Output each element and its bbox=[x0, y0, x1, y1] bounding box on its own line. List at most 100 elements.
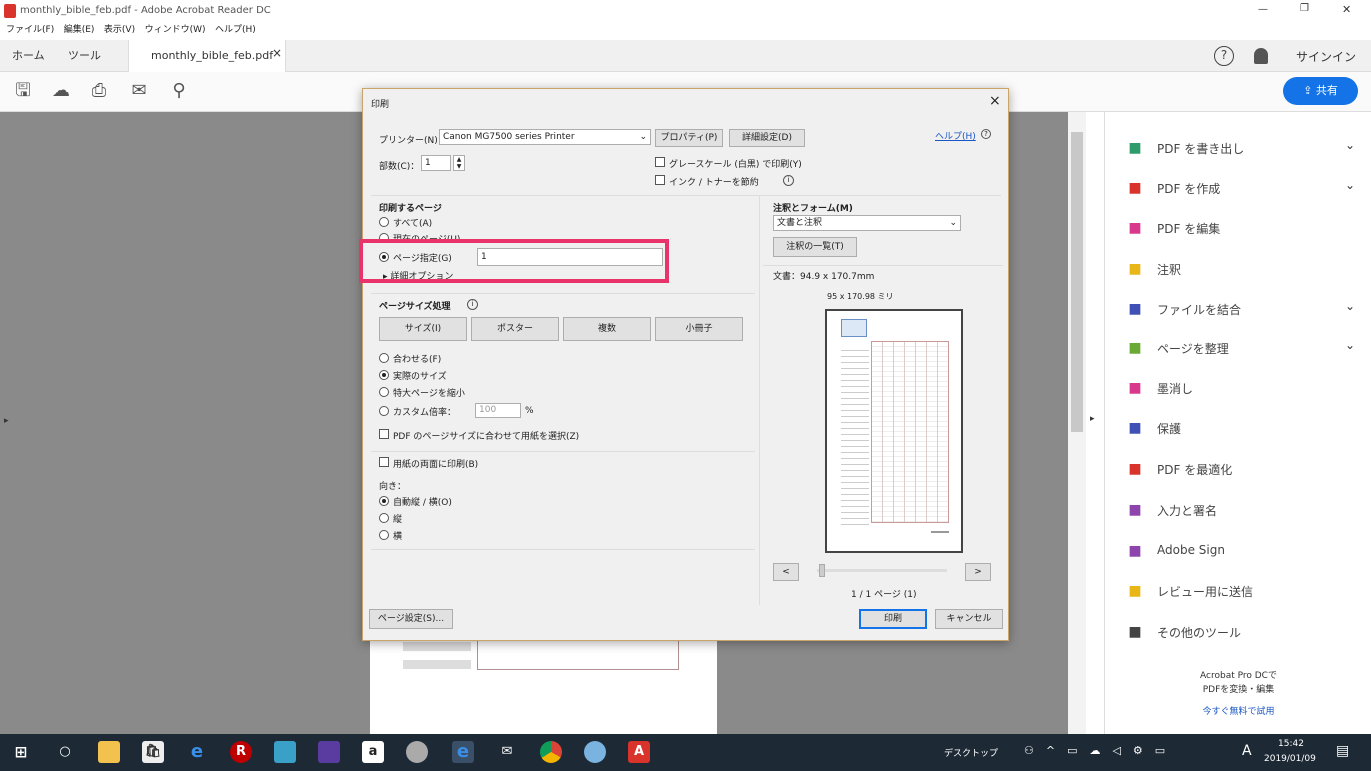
app-icon[interactable] bbox=[274, 741, 296, 763]
fit-radio[interactable] bbox=[379, 353, 389, 363]
tab-document[interactable]: monthly_bible_feb.pdf × bbox=[128, 40, 286, 72]
all-pages-radio[interactable] bbox=[379, 217, 389, 227]
orient-auto-radio[interactable] bbox=[379, 496, 389, 506]
duplex-checkbox[interactable] bbox=[379, 457, 389, 467]
chevron-down-icon[interactable]: ⌄ bbox=[1345, 138, 1355, 152]
choose-paper-checkbox[interactable] bbox=[379, 429, 389, 439]
chrome-icon[interactable] bbox=[540, 741, 562, 763]
chevron-down-icon[interactable]: ⌄ bbox=[1345, 178, 1355, 192]
acrobat-taskbar-icon[interactable]: A bbox=[628, 741, 650, 763]
tab-home[interactable]: ホーム bbox=[12, 40, 45, 72]
edge-icon[interactable]: e bbox=[186, 741, 208, 763]
minimize-button[interactable]: — bbox=[1258, 4, 1268, 15]
tool-item-3[interactable]: ■ 注釈 bbox=[1125, 257, 1355, 281]
bell-icon[interactable] bbox=[1254, 48, 1268, 64]
clock-app-icon[interactable] bbox=[406, 741, 428, 763]
desktop-label[interactable]: デスクトップ bbox=[944, 746, 998, 759]
multiple-button[interactable]: 複数 bbox=[563, 317, 651, 341]
page-setup-button[interactable]: ページ設定(S)... bbox=[369, 609, 453, 629]
tool-item-4[interactable]: ■ ファイルを結合 ⌄ bbox=[1125, 297, 1355, 321]
actual-size-radio[interactable] bbox=[379, 370, 389, 380]
next-page-button[interactable]: > bbox=[965, 563, 991, 581]
notification-icon[interactable]: ▤ bbox=[1336, 743, 1349, 759]
save-ink-checkbox[interactable] bbox=[655, 175, 665, 185]
help-icon[interactable]: ? bbox=[1214, 46, 1234, 66]
help-icon[interactable]: ? bbox=[981, 129, 991, 139]
amazon-icon[interactable]: a bbox=[362, 741, 384, 763]
tab-tools[interactable]: ツール bbox=[68, 40, 101, 72]
tab-close-icon[interactable]: × bbox=[272, 46, 282, 60]
tool-item-12[interactable]: ■ その他のツール bbox=[1125, 620, 1355, 644]
grayscale-checkbox[interactable] bbox=[655, 157, 665, 167]
tool-item-8[interactable]: ■ PDF を最適化 bbox=[1125, 457, 1355, 481]
slider-thumb[interactable] bbox=[819, 564, 825, 577]
custom-scale-radio[interactable] bbox=[379, 406, 389, 416]
zoom-icon[interactable]: ⚲ bbox=[168, 80, 190, 102]
app2-icon[interactable] bbox=[318, 741, 340, 763]
tool-item-5[interactable]: ■ ページを整理 ⌄ bbox=[1125, 336, 1355, 360]
poster-button[interactable]: ポスター bbox=[471, 317, 559, 341]
booklet-button[interactable]: 小冊子 bbox=[655, 317, 743, 341]
menu-view[interactable]: 表示(V) bbox=[104, 22, 135, 35]
restore-button[interactable]: ❐ bbox=[1300, 3, 1309, 14]
globe-app-icon[interactable] bbox=[584, 741, 606, 763]
print-button[interactable]: 印刷 bbox=[859, 609, 927, 629]
menu-edit[interactable]: 編集(E) bbox=[64, 22, 95, 35]
advanced-button[interactable]: 詳細設定(D) bbox=[729, 129, 805, 147]
printer-select[interactable]: Canon MG7500 series Printer ⌄ bbox=[439, 129, 651, 145]
menu-window[interactable]: ウィンドウ(W) bbox=[145, 22, 206, 35]
chevron-down-icon[interactable]: ⌄ bbox=[1345, 338, 1355, 352]
dialog-close-icon[interactable]: × bbox=[989, 93, 1001, 109]
close-window-button[interactable]: ✕ bbox=[1342, 3, 1351, 16]
share-button[interactable]: ⇪ 共有 bbox=[1283, 77, 1358, 105]
info-icon[interactable]: i bbox=[783, 175, 794, 186]
tool-item-7[interactable]: ■ 保護 bbox=[1125, 416, 1355, 440]
print-icon[interactable]: ⎙ bbox=[88, 80, 110, 102]
info-icon[interactable]: i bbox=[467, 299, 478, 310]
custom-scale-input[interactable]: 100 bbox=[475, 403, 521, 418]
windows-start-icon[interactable]: ⊞ bbox=[10, 741, 32, 763]
left-panel-toggle-icon[interactable]: ▸ bbox=[4, 416, 9, 426]
tool-item-6[interactable]: ■ 墨消し bbox=[1125, 376, 1355, 400]
comments-select[interactable]: 文書と注釈 ⌄ bbox=[773, 215, 961, 231]
orient-portrait-radio[interactable] bbox=[379, 513, 389, 523]
ime-indicator[interactable]: A bbox=[1242, 743, 1252, 759]
tool-item-2[interactable]: ■ PDF を編集 bbox=[1125, 216, 1355, 240]
chevron-down-icon[interactable]: ⌄ bbox=[1345, 299, 1355, 313]
tool-item-11[interactable]: ■ レビュー用に送信 bbox=[1125, 579, 1355, 603]
comments-list-button[interactable]: 注釈の一覧(T) bbox=[773, 237, 857, 257]
menu-file[interactable]: ファイル(F) bbox=[6, 22, 54, 35]
menu-help[interactable]: ヘルプ(H) bbox=[215, 22, 256, 35]
preview-slider[interactable] bbox=[817, 564, 947, 577]
ie-icon[interactable]: e bbox=[452, 741, 474, 763]
clock-time[interactable]: 15:42 bbox=[1278, 739, 1304, 749]
tool-item-10[interactable]: ■ Adobe Sign bbox=[1125, 539, 1355, 563]
cortana-icon[interactable]: ○ bbox=[54, 741, 76, 763]
orient-landscape-radio[interactable] bbox=[379, 530, 389, 540]
mail-app-icon[interactable]: ✉ bbox=[496, 741, 518, 763]
prev-page-button[interactable]: < bbox=[773, 563, 799, 581]
promo-link[interactable]: 今すぐ無料で試用 bbox=[1105, 704, 1371, 717]
store-icon[interactable]: 🛍 bbox=[142, 741, 164, 763]
mail-icon[interactable]: ✉ bbox=[128, 80, 150, 102]
copies-stepper[interactable]: ▲ ▼ bbox=[453, 155, 465, 171]
save-icon[interactable]: 🖫 bbox=[12, 80, 34, 102]
help-link[interactable]: ヘルプ(H) bbox=[935, 129, 976, 142]
rakuten-icon[interactable]: R bbox=[230, 741, 252, 763]
file-explorer-icon[interactable] bbox=[98, 741, 120, 763]
right-panel-toggle-icon[interactable]: ▸ bbox=[1090, 414, 1095, 424]
tool-item-0[interactable]: ■ PDF を書き出し ⌄ bbox=[1125, 136, 1355, 160]
tool-item-1[interactable]: ■ PDF を作成 ⌄ bbox=[1125, 176, 1355, 200]
signin-link[interactable]: サインイン bbox=[1296, 48, 1356, 65]
clock-date[interactable]: 2019/01/09 bbox=[1264, 754, 1316, 764]
vertical-scrollbar[interactable] bbox=[1068, 112, 1086, 734]
size-button[interactable]: サイズ(I) bbox=[379, 317, 467, 341]
scroll-thumb[interactable] bbox=[1071, 132, 1083, 432]
tray-icons[interactable]: ⚇^▭☁◁⚙▭ bbox=[1024, 744, 1177, 757]
cloud-upload-icon[interactable]: ☁ bbox=[50, 80, 72, 102]
copies-input[interactable]: 1 bbox=[421, 155, 451, 171]
cancel-button[interactable]: キャンセル bbox=[935, 609, 1003, 629]
shrink-radio[interactable] bbox=[379, 387, 389, 397]
properties-button[interactable]: プロパティ(P) bbox=[655, 129, 723, 147]
tool-item-9[interactable]: ■ 入力と署名 bbox=[1125, 498, 1355, 522]
